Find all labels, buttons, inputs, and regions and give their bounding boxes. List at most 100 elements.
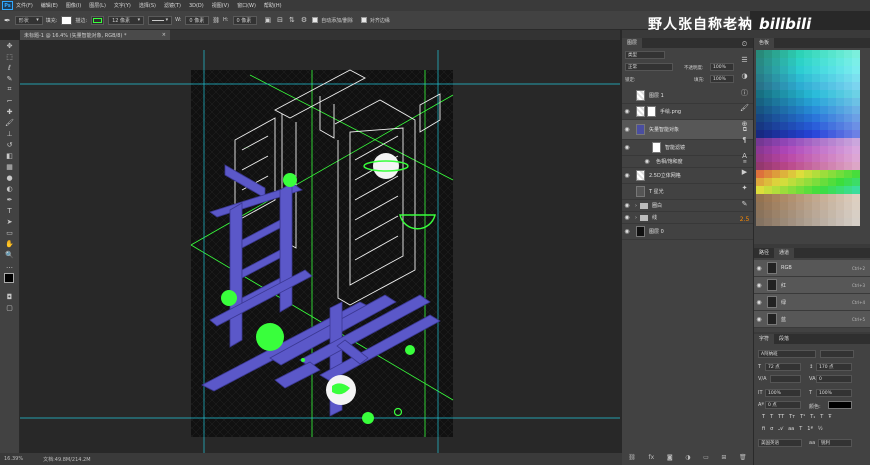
- color-swatch[interactable]: [804, 50, 812, 58]
- color-swatch[interactable]: [836, 98, 844, 106]
- all-caps-button[interactable]: TT: [778, 414, 784, 420]
- color-swatch[interactable]: [804, 58, 812, 66]
- history-brush-tool-icon[interactable]: ↺: [0, 139, 19, 150]
- color-swatch[interactable]: [796, 74, 804, 82]
- history-icon[interactable]: ⏲: [736, 40, 753, 56]
- color-swatch[interactable]: [756, 194, 764, 202]
- stamp-tool-icon[interactable]: ⊥: [0, 128, 19, 139]
- color-swatch[interactable]: [844, 162, 852, 170]
- color-swatch[interactable]: [780, 170, 788, 178]
- path-select-tool-icon[interactable]: ➤: [0, 216, 19, 227]
- align-edges-checkbox[interactable]: [360, 17, 367, 23]
- color-swatch[interactable]: [828, 154, 836, 162]
- layer-row[interactable]: 图层 1: [622, 88, 753, 104]
- type-tool-icon[interactable]: T: [0, 205, 19, 216]
- artwork-canvas[interactable]: [20, 40, 620, 453]
- color-swatch[interactable]: [820, 66, 828, 74]
- color-swatch[interactable]: [844, 202, 852, 210]
- color-swatch[interactable]: [844, 194, 852, 202]
- tab-character[interactable]: 字符: [754, 334, 775, 344]
- color-swatch[interactable]: [780, 50, 788, 58]
- color-swatch[interactable]: [756, 114, 764, 122]
- color-swatch[interactable]: [764, 186, 772, 194]
- eye-icon[interactable]: ◉: [622, 202, 632, 209]
- color-swatch[interactable]: [852, 218, 860, 226]
- color-swatch[interactable]: [804, 74, 812, 82]
- subscript-button[interactable]: T₁: [810, 414, 815, 420]
- horizontal-scale-field[interactable]: 100%: [816, 389, 852, 397]
- color-swatch[interactable]: [836, 178, 844, 186]
- color-swatch[interactable]: [796, 66, 804, 74]
- color-swatch[interactable]: [796, 202, 804, 210]
- color-swatch[interactable]: [780, 194, 788, 202]
- color-swatch[interactable]: [828, 194, 836, 202]
- character-icon[interactable]: A: [736, 152, 753, 168]
- color-swatch[interactable]: [852, 50, 860, 58]
- faux-bold-button[interactable]: T: [762, 414, 765, 420]
- color-swatch[interactable]: [772, 162, 780, 170]
- color-swatch[interactable]: [844, 58, 852, 66]
- eye-icon[interactable]: ◉: [754, 316, 764, 323]
- layer-row[interactable]: ◉ 2.5D立体网格: [622, 168, 753, 184]
- color-swatch[interactable]: [804, 154, 812, 162]
- color-swatch[interactable]: [852, 178, 860, 186]
- quick-mask-icon[interactable]: ◘: [0, 291, 19, 302]
- color-swatch[interactable]: [828, 74, 836, 82]
- eye-icon[interactable]: ◉: [754, 265, 764, 272]
- color-swatch[interactable]: [756, 178, 764, 186]
- pen-tool-icon[interactable]: ✒: [0, 194, 19, 205]
- zoom-tool-icon[interactable]: 🔍: [0, 249, 19, 260]
- color-swatch[interactable]: [820, 114, 828, 122]
- color-swatch[interactable]: [828, 66, 836, 74]
- layer-row[interactable]: ◉ 色相/饱和度 ≡: [622, 156, 753, 168]
- color-swatches[interactable]: [0, 271, 19, 291]
- color-swatch[interactable]: [764, 194, 772, 202]
- color-swatch[interactable]: [828, 130, 836, 138]
- color-swatch[interactable]: [836, 194, 844, 202]
- color-swatch[interactable]: [772, 194, 780, 202]
- color-swatch[interactable]: [836, 74, 844, 82]
- color-swatch[interactable]: [780, 122, 788, 130]
- menu-filter[interactable]: 滤镜(T): [164, 2, 181, 9]
- color-swatch[interactable]: [812, 130, 820, 138]
- color-swatch[interactable]: [804, 82, 812, 90]
- color-swatch[interactable]: [788, 218, 796, 226]
- color-swatch[interactable]: [796, 210, 804, 218]
- color-swatch[interactable]: [852, 162, 860, 170]
- tab-paragraph[interactable]: 段落: [774, 334, 794, 344]
- eye-icon[interactable]: ◉: [622, 144, 632, 151]
- color-swatch[interactable]: [772, 154, 780, 162]
- color-swatch[interactable]: [836, 50, 844, 58]
- color-swatch[interactable]: [804, 162, 812, 170]
- color-swatch[interactable]: [804, 106, 812, 114]
- adjustments-icon[interactable]: ◑: [736, 72, 753, 88]
- document-tab[interactable]: 未标题-1 @ 16.4% (矢量智能对象, RGB/8) * ×: [20, 30, 170, 40]
- color-swatch[interactable]: [756, 162, 764, 170]
- layer-row[interactable]: ◉ 智能滤镜: [622, 140, 753, 156]
- color-swatch[interactable]: [828, 178, 836, 186]
- color-swatch[interactable]: [804, 170, 812, 178]
- stroke-type-select[interactable]: ▾: [148, 15, 173, 25]
- color-swatch[interactable]: [772, 130, 780, 138]
- eraser-tool-icon[interactable]: ◧: [0, 150, 19, 161]
- kerning-field[interactable]: [770, 375, 801, 383]
- color-swatch[interactable]: [788, 130, 796, 138]
- color-swatch[interactable]: [788, 66, 796, 74]
- color-swatch[interactable]: [756, 186, 764, 194]
- color-swatch[interactable]: [756, 90, 764, 98]
- color-swatch[interactable]: [852, 74, 860, 82]
- channel-row[interactable]: ◉ 红 Ctrl+3: [754, 277, 870, 294]
- color-swatch[interactable]: [844, 130, 852, 138]
- eye-icon[interactable]: ◉: [642, 158, 652, 165]
- color-swatch[interactable]: [764, 218, 772, 226]
- close-icon[interactable]: ×: [162, 32, 166, 38]
- color-swatch[interactable]: [796, 218, 804, 226]
- color-swatch[interactable]: [772, 202, 780, 210]
- color-swatch[interactable]: [852, 194, 860, 202]
- color-swatch[interactable]: [756, 138, 764, 146]
- color-swatch[interactable]: [788, 106, 796, 114]
- color-swatch[interactable]: [780, 74, 788, 82]
- color-swatch[interactable]: [796, 98, 804, 106]
- color-swatch[interactable]: [852, 210, 860, 218]
- color-swatch[interactable]: [772, 114, 780, 122]
